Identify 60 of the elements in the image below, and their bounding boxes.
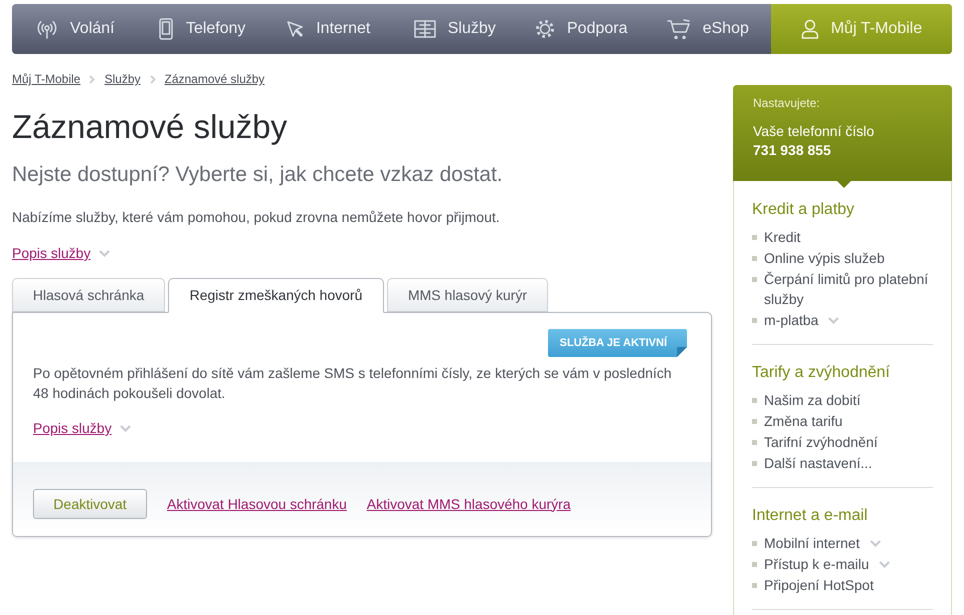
bullet-icon (752, 541, 757, 546)
nav-link[interactable]: Služby (392, 4, 518, 54)
status-badge: SLUŽBA JE AKTIVNÍ (548, 329, 687, 357)
user-icon (800, 19, 819, 39)
drawer-icon (414, 20, 436, 38)
page-title: Záznamové služby (12, 107, 288, 147)
sidebar-heading: Tarify a zvýhodnění (752, 363, 891, 383)
sidebar-link[interactable]: Našim za dobití (764, 390, 860, 410)
sidebar-heading: Internet a e-mail (752, 506, 869, 526)
sidebar-link[interactable]: Přístup k e-mailu (764, 554, 870, 574)
chevron-down-icon (98, 250, 110, 256)
chevron-right-icon (89, 74, 96, 84)
nav-link[interactable]: Telefony (138, 4, 265, 54)
sidebar-link[interactable]: Připojení HotSpot (764, 575, 874, 595)
bullet-icon (752, 583, 757, 588)
page-subtitle: Nejste dostupní? Vyberte si, jak chcete vzkaz dostat. (12, 162, 503, 188)
sidebar-link[interactable]: Kredit (764, 227, 801, 247)
bullet-icon (752, 235, 757, 240)
breadcrumb-link[interactable]: Služby (104, 71, 140, 87)
sidebar-link[interactable]: Tarifní zvýhodnění (764, 432, 878, 452)
sidebar-heading: Kredit a platby (752, 200, 856, 220)
chevron-down-icon (120, 424, 131, 432)
intro-text: Nabízíme služby, které vám pomohou, pokud zrovna nemůžete hovor přijmout. (12, 208, 500, 227)
cart-icon (666, 19, 691, 39)
bullet-icon (752, 256, 757, 261)
nav-link[interactable]: eShop (644, 4, 771, 54)
bullet-icon (752, 398, 757, 403)
sidebar-link[interactable]: Změna tarifu (764, 411, 843, 431)
activate-link[interactable]: Aktivovat Hlasovou schránku (167, 494, 347, 514)
sidebar-link[interactable]: Další nastavení... (764, 453, 872, 473)
sidebar-link[interactable]: Mobilní internet (764, 533, 860, 553)
broadcast-icon (36, 18, 58, 40)
bullet-icon (752, 277, 757, 282)
service-description: Po opětovném přihlášení do sítě vám zašleme SMS s telefonními čísly, ze kterých se vám v posledních 48 hodinách pokoušeli dovolat. (33, 364, 673, 403)
cursor-icon (286, 20, 304, 38)
service-description-link[interactable]: Popis služby (12, 243, 91, 263)
sidebar-link[interactable]: m-platba (764, 310, 818, 330)
bullet-icon (752, 562, 757, 567)
bullet-icon (752, 419, 757, 424)
activate-link[interactable]: Aktivovat MMS hlasového kurýra (366, 494, 571, 514)
nav-link[interactable]: Internet (265, 4, 392, 54)
breadcrumb-link[interactable]: Můj T-Mobile (12, 71, 80, 87)
service-description-link[interactable]: Popis služby (33, 418, 112, 438)
phone-icon (158, 18, 174, 40)
breadcrumb-link[interactable]: Záznamové služby (164, 71, 265, 87)
tab[interactable]: Registr zmeškaných hovorů (168, 278, 384, 313)
gear-icon (535, 19, 555, 39)
chevron-right-icon (150, 74, 156, 84)
sidebar-link[interactable]: Online výpis služeb (764, 248, 885, 268)
tab[interactable]: Hlasová schránka (12, 278, 165, 312)
bullet-icon (752, 440, 757, 445)
bullet-icon (752, 318, 757, 323)
phone-number: 731 938 855 (753, 141, 832, 160)
nav-link[interactable]: Volání (12, 4, 138, 54)
tab[interactable]: MMS hlasový kurýr (387, 278, 548, 312)
phone-label: Vaše telefonní číslo (753, 122, 876, 141)
pointer-notch-icon (837, 181, 851, 188)
bullet-icon (752, 461, 757, 466)
caption-text: Nastavujete: (753, 95, 821, 111)
nav-link[interactable]: Podpora (518, 4, 644, 54)
